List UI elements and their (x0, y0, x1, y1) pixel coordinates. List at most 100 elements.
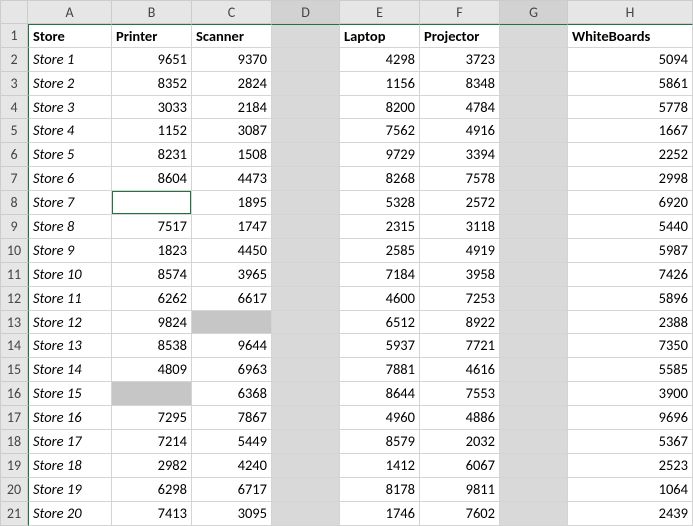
cell-H21[interactable]: 2439 (568, 502, 693, 526)
cell-F8[interactable]: 2572 (420, 191, 500, 215)
header-cell-H[interactable]: WhiteBoards (568, 24, 693, 48)
cell-C19[interactable]: 4240 (192, 454, 272, 478)
row-header-21[interactable]: 21 (0, 502, 28, 526)
cell-C10[interactable]: 4450 (192, 239, 272, 263)
cell-D2[interactable] (272, 48, 340, 72)
cell-G8[interactable] (500, 191, 568, 215)
cell-B3[interactable]: 8352 (112, 72, 192, 96)
cell-A14[interactable]: Store 13 (28, 334, 112, 358)
cell-A10[interactable]: Store 9 (28, 239, 112, 263)
cell-E7[interactable]: 8268 (340, 167, 420, 191)
row-header-11[interactable]: 11 (0, 263, 28, 287)
cell-A19[interactable]: Store 18 (28, 454, 112, 478)
cell-A11[interactable]: Store 10 (28, 263, 112, 287)
row-header-14[interactable]: 14 (0, 334, 28, 358)
cell-F13[interactable]: 8922 (420, 311, 500, 335)
cell-G15[interactable] (500, 358, 568, 382)
cell-H15[interactable]: 5585 (568, 358, 693, 382)
cell-A18[interactable]: Store 17 (28, 430, 112, 454)
row-header-17[interactable]: 17 (0, 406, 28, 430)
row-header-18[interactable]: 18 (0, 430, 28, 454)
cell-D7[interactable] (272, 167, 340, 191)
cell-F17[interactable]: 4886 (420, 406, 500, 430)
cell-C9[interactable]: 1747 (192, 215, 272, 239)
cell-G21[interactable] (500, 502, 568, 526)
row-header-6[interactable]: 6 (0, 143, 28, 167)
cell-D13[interactable] (272, 311, 340, 335)
cell-E19[interactable]: 1412 (340, 454, 420, 478)
cell-E4[interactable]: 8200 (340, 96, 420, 120)
cell-H5[interactable]: 1667 (568, 119, 693, 143)
cell-G14[interactable] (500, 334, 568, 358)
cell-H8[interactable]: 6920 (568, 191, 693, 215)
cell-A21[interactable]: Store 20 (28, 502, 112, 526)
cell-B4[interactable]: 3033 (112, 96, 192, 120)
cell-F12[interactable]: 7253 (420, 287, 500, 311)
cell-B18[interactable]: 7214 (112, 430, 192, 454)
cell-G4[interactable] (500, 96, 568, 120)
cell-B10[interactable]: 1823 (112, 239, 192, 263)
cell-D17[interactable] (272, 406, 340, 430)
cell-D14[interactable] (272, 334, 340, 358)
cell-D10[interactable] (272, 239, 340, 263)
cell-C2[interactable]: 9370 (192, 48, 272, 72)
cell-B13[interactable]: 9824 (112, 311, 192, 335)
cell-G9[interactable] (500, 215, 568, 239)
cell-D11[interactable] (272, 263, 340, 287)
column-header-H[interactable]: H (568, 0, 693, 24)
header-cell-E[interactable]: Laptop (340, 24, 420, 48)
cell-G13[interactable] (500, 311, 568, 335)
cell-B6[interactable]: 8231 (112, 143, 192, 167)
cell-G16[interactable] (500, 382, 568, 406)
cell-A2[interactable]: Store 1 (28, 48, 112, 72)
cell-C5[interactable]: 3087 (192, 119, 272, 143)
cell-H10[interactable]: 5987 (568, 239, 693, 263)
cell-D9[interactable] (272, 215, 340, 239)
cell-E2[interactable]: 4298 (340, 48, 420, 72)
cell-B11[interactable]: 8574 (112, 263, 192, 287)
cell-G12[interactable] (500, 287, 568, 311)
row-header-13[interactable]: 13 (0, 311, 28, 335)
cell-A7[interactable]: Store 6 (28, 167, 112, 191)
cell-H3[interactable]: 5861 (568, 72, 693, 96)
cell-G17[interactable] (500, 406, 568, 430)
cell-F10[interactable]: 4919 (420, 239, 500, 263)
cell-E21[interactable]: 1746 (340, 502, 420, 526)
cell-A3[interactable]: Store 2 (28, 72, 112, 96)
cell-G19[interactable] (500, 454, 568, 478)
column-header-F[interactable]: F (420, 0, 500, 24)
cell-F7[interactable]: 7578 (420, 167, 500, 191)
cell-C13[interactable] (192, 311, 272, 335)
cell-F2[interactable]: 3723 (420, 48, 500, 72)
row-header-7[interactable]: 7 (0, 167, 28, 191)
cell-A8[interactable]: Store 7 (28, 191, 112, 215)
cell-H9[interactable]: 5440 (568, 215, 693, 239)
header-cell-F[interactable]: Projector (420, 24, 500, 48)
cell-D21[interactable] (272, 502, 340, 526)
cell-H6[interactable]: 2252 (568, 143, 693, 167)
cell-C14[interactable]: 9644 (192, 334, 272, 358)
cell-D3[interactable] (272, 72, 340, 96)
cell-D15[interactable] (272, 358, 340, 382)
row-header-3[interactable]: 3 (0, 72, 28, 96)
cell-A16[interactable]: Store 15 (28, 382, 112, 406)
header-cell-A[interactable]: Store (28, 24, 112, 48)
row-header-15[interactable]: 15 (0, 358, 28, 382)
header-cell-D[interactable] (272, 24, 340, 48)
header-cell-C[interactable]: Scanner (192, 24, 272, 48)
cell-E15[interactable]: 7881 (340, 358, 420, 382)
cell-A13[interactable]: Store 12 (28, 311, 112, 335)
row-header-8[interactable]: 8 (0, 191, 28, 215)
cell-D8[interactable] (272, 191, 340, 215)
cell-A5[interactable]: Store 4 (28, 119, 112, 143)
cell-A17[interactable]: Store 16 (28, 406, 112, 430)
cell-E5[interactable]: 7562 (340, 119, 420, 143)
cell-G18[interactable] (500, 430, 568, 454)
cell-D19[interactable] (272, 454, 340, 478)
cell-E11[interactable]: 7184 (340, 263, 420, 287)
cell-E13[interactable]: 6512 (340, 311, 420, 335)
row-header-4[interactable]: 4 (0, 96, 28, 120)
cell-F21[interactable]: 7602 (420, 502, 500, 526)
cell-F6[interactable]: 3394 (420, 143, 500, 167)
cell-E16[interactable]: 8644 (340, 382, 420, 406)
